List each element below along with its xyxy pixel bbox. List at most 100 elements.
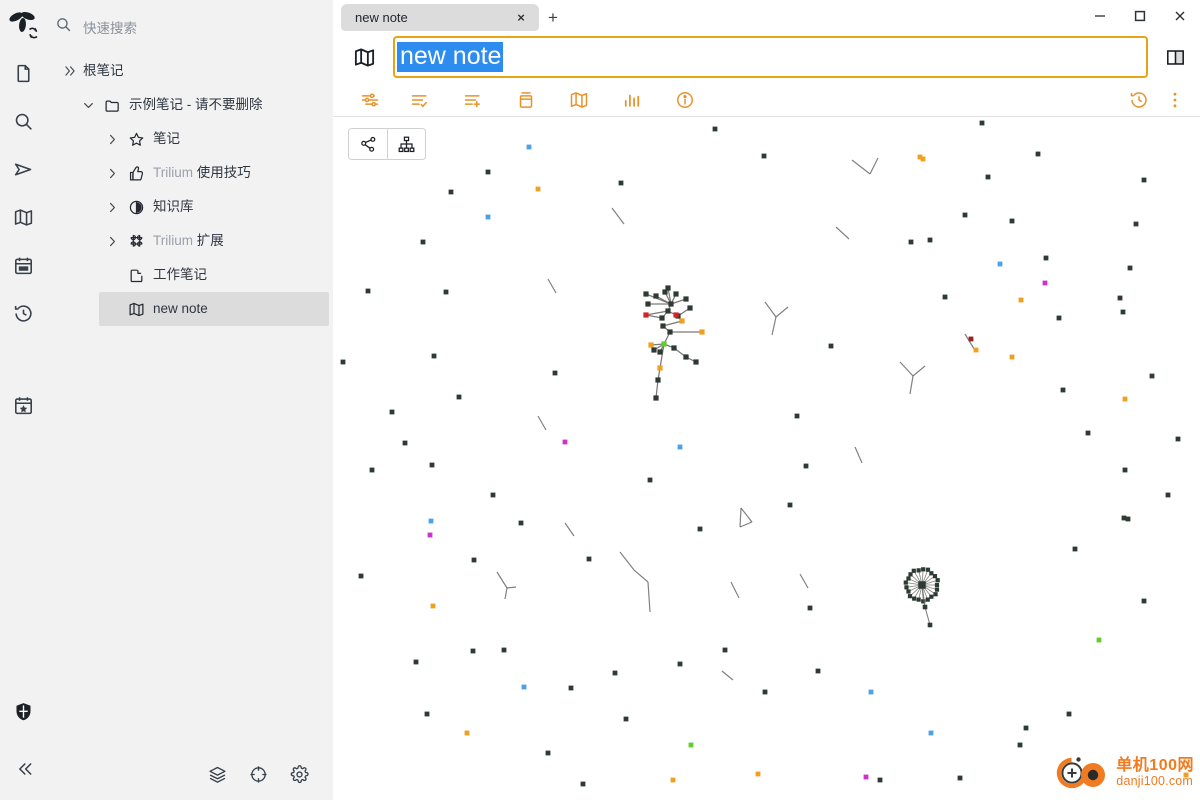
graph-node[interactable]	[673, 312, 679, 318]
graph-node[interactable]	[917, 154, 923, 160]
graph-node[interactable]	[464, 730, 470, 736]
graph-node[interactable]	[358, 573, 364, 579]
graph-node[interactable]	[908, 239, 914, 245]
graph-node[interactable]	[657, 349, 663, 355]
graph-node[interactable]	[651, 347, 657, 353]
graph-node[interactable]	[928, 730, 934, 736]
graph-node[interactable]	[1127, 265, 1133, 271]
note-revisions-icon[interactable]	[1124, 85, 1154, 115]
layers-icon[interactable]	[208, 765, 227, 789]
graph-node[interactable]	[787, 502, 793, 508]
tree-item-示例笔记---请不要删除[interactable]: 示例笔记 - 请不要删除	[75, 88, 329, 122]
graph-node[interactable]	[693, 359, 699, 365]
list-check-icon[interactable]	[393, 85, 446, 115]
graph-node[interactable]	[683, 296, 689, 302]
graph-node[interactable]	[665, 308, 671, 314]
graph-node[interactable]	[485, 214, 491, 220]
chevron-right-icon[interactable]	[99, 201, 125, 214]
tree-map-mode-button[interactable]	[387, 129, 425, 159]
graph-node[interactable]	[918, 581, 926, 589]
graph-node[interactable]	[673, 291, 679, 297]
graph-node[interactable]	[1042, 280, 1048, 286]
tree-item-new-note[interactable]: new note	[99, 292, 329, 326]
note-title-input[interactable]: new note	[393, 36, 1148, 78]
graph-node[interactable]	[687, 305, 693, 311]
graph-node[interactable]	[1072, 546, 1078, 552]
tree-item-根笔记[interactable]: 根笔记	[57, 54, 329, 88]
graph-node[interactable]	[667, 329, 673, 335]
graph-node[interactable]	[1018, 297, 1024, 303]
bar-chart-icon[interactable]	[605, 85, 658, 115]
search-icon[interactable]	[7, 104, 41, 138]
graph-node[interactable]	[1117, 295, 1123, 301]
graph-node[interactable]	[1035, 151, 1041, 157]
graph-node[interactable]	[688, 742, 694, 748]
graph-node[interactable]	[679, 318, 685, 324]
graph-node[interactable]	[501, 647, 507, 653]
graph-node[interactable]	[526, 144, 532, 150]
list-add-icon[interactable]	[446, 85, 499, 115]
graph-node[interactable]	[1122, 467, 1128, 473]
graph-node[interactable]	[755, 771, 761, 777]
graph-node[interactable]	[1009, 218, 1015, 224]
graph-node[interactable]	[973, 347, 979, 353]
graph-node[interactable]	[868, 689, 874, 695]
window-minimize-button[interactable]	[1080, 0, 1120, 31]
target-icon[interactable]	[249, 765, 268, 789]
tab-new-note[interactable]: new note ×	[341, 4, 539, 31]
graph-node[interactable]	[962, 212, 968, 218]
graph-node[interactable]	[443, 289, 449, 295]
graph-node[interactable]	[929, 571, 934, 576]
graph-node[interactable]	[340, 359, 346, 365]
graph-node[interactable]	[697, 526, 703, 532]
graph-node[interactable]	[1122, 396, 1128, 402]
graph-node[interactable]	[1120, 309, 1126, 315]
chevron-right-icon[interactable]	[99, 133, 125, 146]
split-pane-icon[interactable]	[1156, 47, 1194, 68]
archive-icon[interactable]	[499, 85, 552, 115]
graph-node[interactable]	[659, 315, 665, 321]
graph-node[interactable]	[1133, 221, 1139, 227]
graph-node[interactable]	[934, 582, 940, 588]
graph-node[interactable]	[490, 492, 496, 498]
settings-icon[interactable]	[290, 765, 309, 789]
graph-node[interactable]	[877, 777, 883, 783]
graph-node[interactable]	[655, 377, 661, 383]
graph-node[interactable]	[427, 532, 433, 538]
graph-node[interactable]	[521, 684, 527, 690]
jump-to-note-icon[interactable]	[7, 152, 41, 186]
graph-node[interactable]	[761, 153, 767, 159]
graph-node[interactable]	[935, 578, 940, 583]
graph-node[interactable]	[552, 370, 558, 376]
graph-node[interactable]	[424, 711, 430, 717]
graph-node[interactable]	[712, 126, 718, 132]
collapse-icon[interactable]	[7, 752, 41, 786]
graph-node[interactable]	[471, 557, 477, 563]
info-icon[interactable]	[658, 85, 711, 115]
new-tab-button[interactable]: +	[539, 4, 567, 31]
graph-node[interactable]	[420, 239, 426, 245]
graph-node[interactable]	[762, 689, 768, 695]
graph-node[interactable]	[942, 294, 948, 300]
graph-node[interactable]	[828, 343, 834, 349]
graph-node[interactable]	[618, 180, 624, 186]
graph-node[interactable]	[668, 301, 674, 307]
graph-node[interactable]	[369, 467, 375, 473]
graph-node[interactable]	[677, 444, 683, 450]
graph-node[interactable]	[997, 261, 1003, 267]
graph-node[interactable]	[699, 329, 705, 335]
recent-changes-icon[interactable]	[7, 296, 41, 330]
today-icon[interactable]	[7, 388, 41, 422]
graph-node[interactable]	[979, 120, 985, 126]
tree-item-笔记[interactable]: 笔记	[99, 122, 329, 156]
graph-node[interactable]	[545, 750, 551, 756]
graph-node[interactable]	[413, 659, 419, 665]
graph-node[interactable]	[683, 354, 689, 360]
graph-node[interactable]	[906, 589, 911, 594]
graph-node[interactable]	[671, 345, 677, 351]
graph-node[interactable]	[912, 596, 917, 601]
graph-node[interactable]	[906, 576, 911, 581]
graph-node[interactable]	[1060, 387, 1066, 393]
graph-node[interactable]	[916, 597, 921, 602]
graph-node[interactable]	[957, 775, 963, 781]
